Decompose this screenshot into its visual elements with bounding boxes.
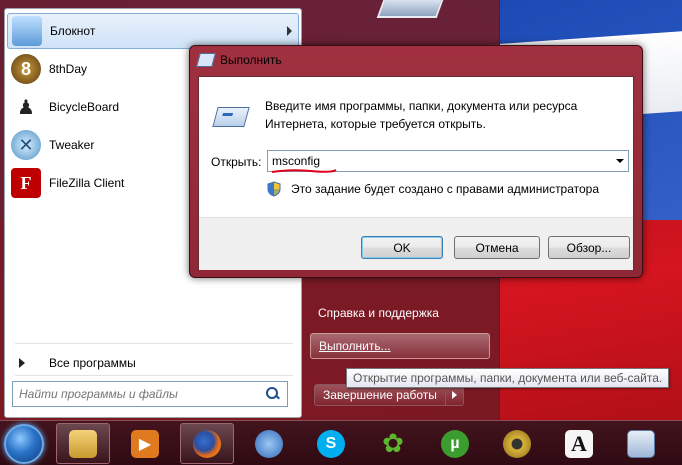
filezilla-icon: F <box>11 168 41 198</box>
arrow-right-icon <box>19 358 25 368</box>
program-label: Блокнот <box>50 24 96 38</box>
cancel-label: Отмена <box>475 240 519 255</box>
program-label: FileZilla Client <box>49 176 125 190</box>
tooltip-text: Открытие программы, папки, документа или… <box>353 371 663 385</box>
tweaker-icon: ✕ <box>11 130 41 160</box>
thunderbird-icon <box>255 429 283 458</box>
taskbar-icq[interactable]: ✿ <box>366 423 420 464</box>
run-tooltip: Открытие программы, папки, документа или… <box>346 368 670 388</box>
taskbar-firefox[interactable] <box>180 423 234 464</box>
open-label: Открыть: <box>211 155 262 169</box>
taskbar-explorer[interactable] <box>56 423 110 464</box>
dropdown-arrow-icon[interactable] <box>612 151 628 171</box>
ok-button[interactable]: OK <box>361 236 443 259</box>
arrow-right-icon <box>451 391 457 399</box>
shutdown-label: Завершение работы <box>323 388 437 402</box>
utorrent-icon: µ <box>441 429 469 458</box>
notepad-icon <box>12 16 42 46</box>
icq-icon: ✿ <box>382 428 404 458</box>
run-icon <box>212 107 250 127</box>
program-item-notepad[interactable]: Блокнот <box>7 13 299 49</box>
taskbar-font-app[interactable]: A <box>552 423 606 464</box>
taskbar-utorrent[interactable]: µ <box>428 423 482 464</box>
8thday-icon: 8 <box>11 54 41 84</box>
dialog-description: Введите имя программы, папки, документа … <box>265 99 578 131</box>
taskbar-webcam[interactable] <box>490 423 544 464</box>
run-small-icon <box>196 53 216 67</box>
bicycleboard-icon: ♟ <box>17 96 35 119</box>
dialog-titlebar[interactable]: Выполнить <box>190 46 642 74</box>
media-player-icon: ▶ <box>131 429 159 458</box>
user-picture[interactable] <box>376 0 444 18</box>
webcam-icon <box>503 429 531 458</box>
admin-note: Это задание будет создано с правами адми… <box>291 182 600 196</box>
dialog-title: Выполнить <box>220 53 282 67</box>
divider <box>15 343 293 344</box>
taskbar-skype[interactable]: S <box>304 423 358 464</box>
font-app-icon: A <box>565 429 593 458</box>
uac-shield-icon <box>267 181 281 197</box>
taskbar-media-player[interactable]: ▶ <box>118 423 172 464</box>
open-input[interactable] <box>268 154 612 168</box>
help-label: Справка и поддержка <box>318 306 439 320</box>
calculator-icon <box>627 429 655 458</box>
ok-label: OK <box>393 240 411 255</box>
start-search-box[interactable] <box>12 381 288 407</box>
help-and-support-item[interactable]: Справка и поддержка <box>310 300 490 326</box>
taskbar-thunderbird[interactable] <box>242 423 296 464</box>
browse-button[interactable]: Обзор... <box>548 236 630 259</box>
submenu-arrow-icon[interactable] <box>287 26 292 36</box>
start-button[interactable] <box>4 424 44 464</box>
cancel-button[interactable]: Отмена <box>454 236 540 259</box>
program-label: Tweaker <box>49 138 95 152</box>
red-underline-annotation <box>271 169 337 173</box>
run-dialog: Выполнить Введите имя программы, папки, … <box>189 45 643 278</box>
divider <box>15 375 293 376</box>
all-programs-label: Все программы <box>49 356 136 370</box>
dialog-body: Введите имя программы, папки, документа … <box>198 76 634 270</box>
taskbar: ▶ S ✿ µ A <box>0 420 682 465</box>
search-input[interactable] <box>13 387 265 401</box>
firefox-icon <box>193 429 221 458</box>
skype-icon: S <box>317 429 345 458</box>
run-label: Выполнить... <box>319 339 391 353</box>
run-item[interactable]: Выполнить... <box>310 333 490 359</box>
program-label: 8thDay <box>49 62 88 76</box>
all-programs-button[interactable]: Все программы <box>9 349 299 377</box>
search-icon[interactable] <box>265 386 281 402</box>
browse-label: Обзор... <box>566 240 612 255</box>
program-label: BicycleBoard <box>49 100 120 114</box>
taskbar-calculator[interactable] <box>614 423 668 464</box>
dialog-button-bar: OK Отмена Обзор... <box>199 217 633 270</box>
explorer-icon <box>69 429 97 458</box>
